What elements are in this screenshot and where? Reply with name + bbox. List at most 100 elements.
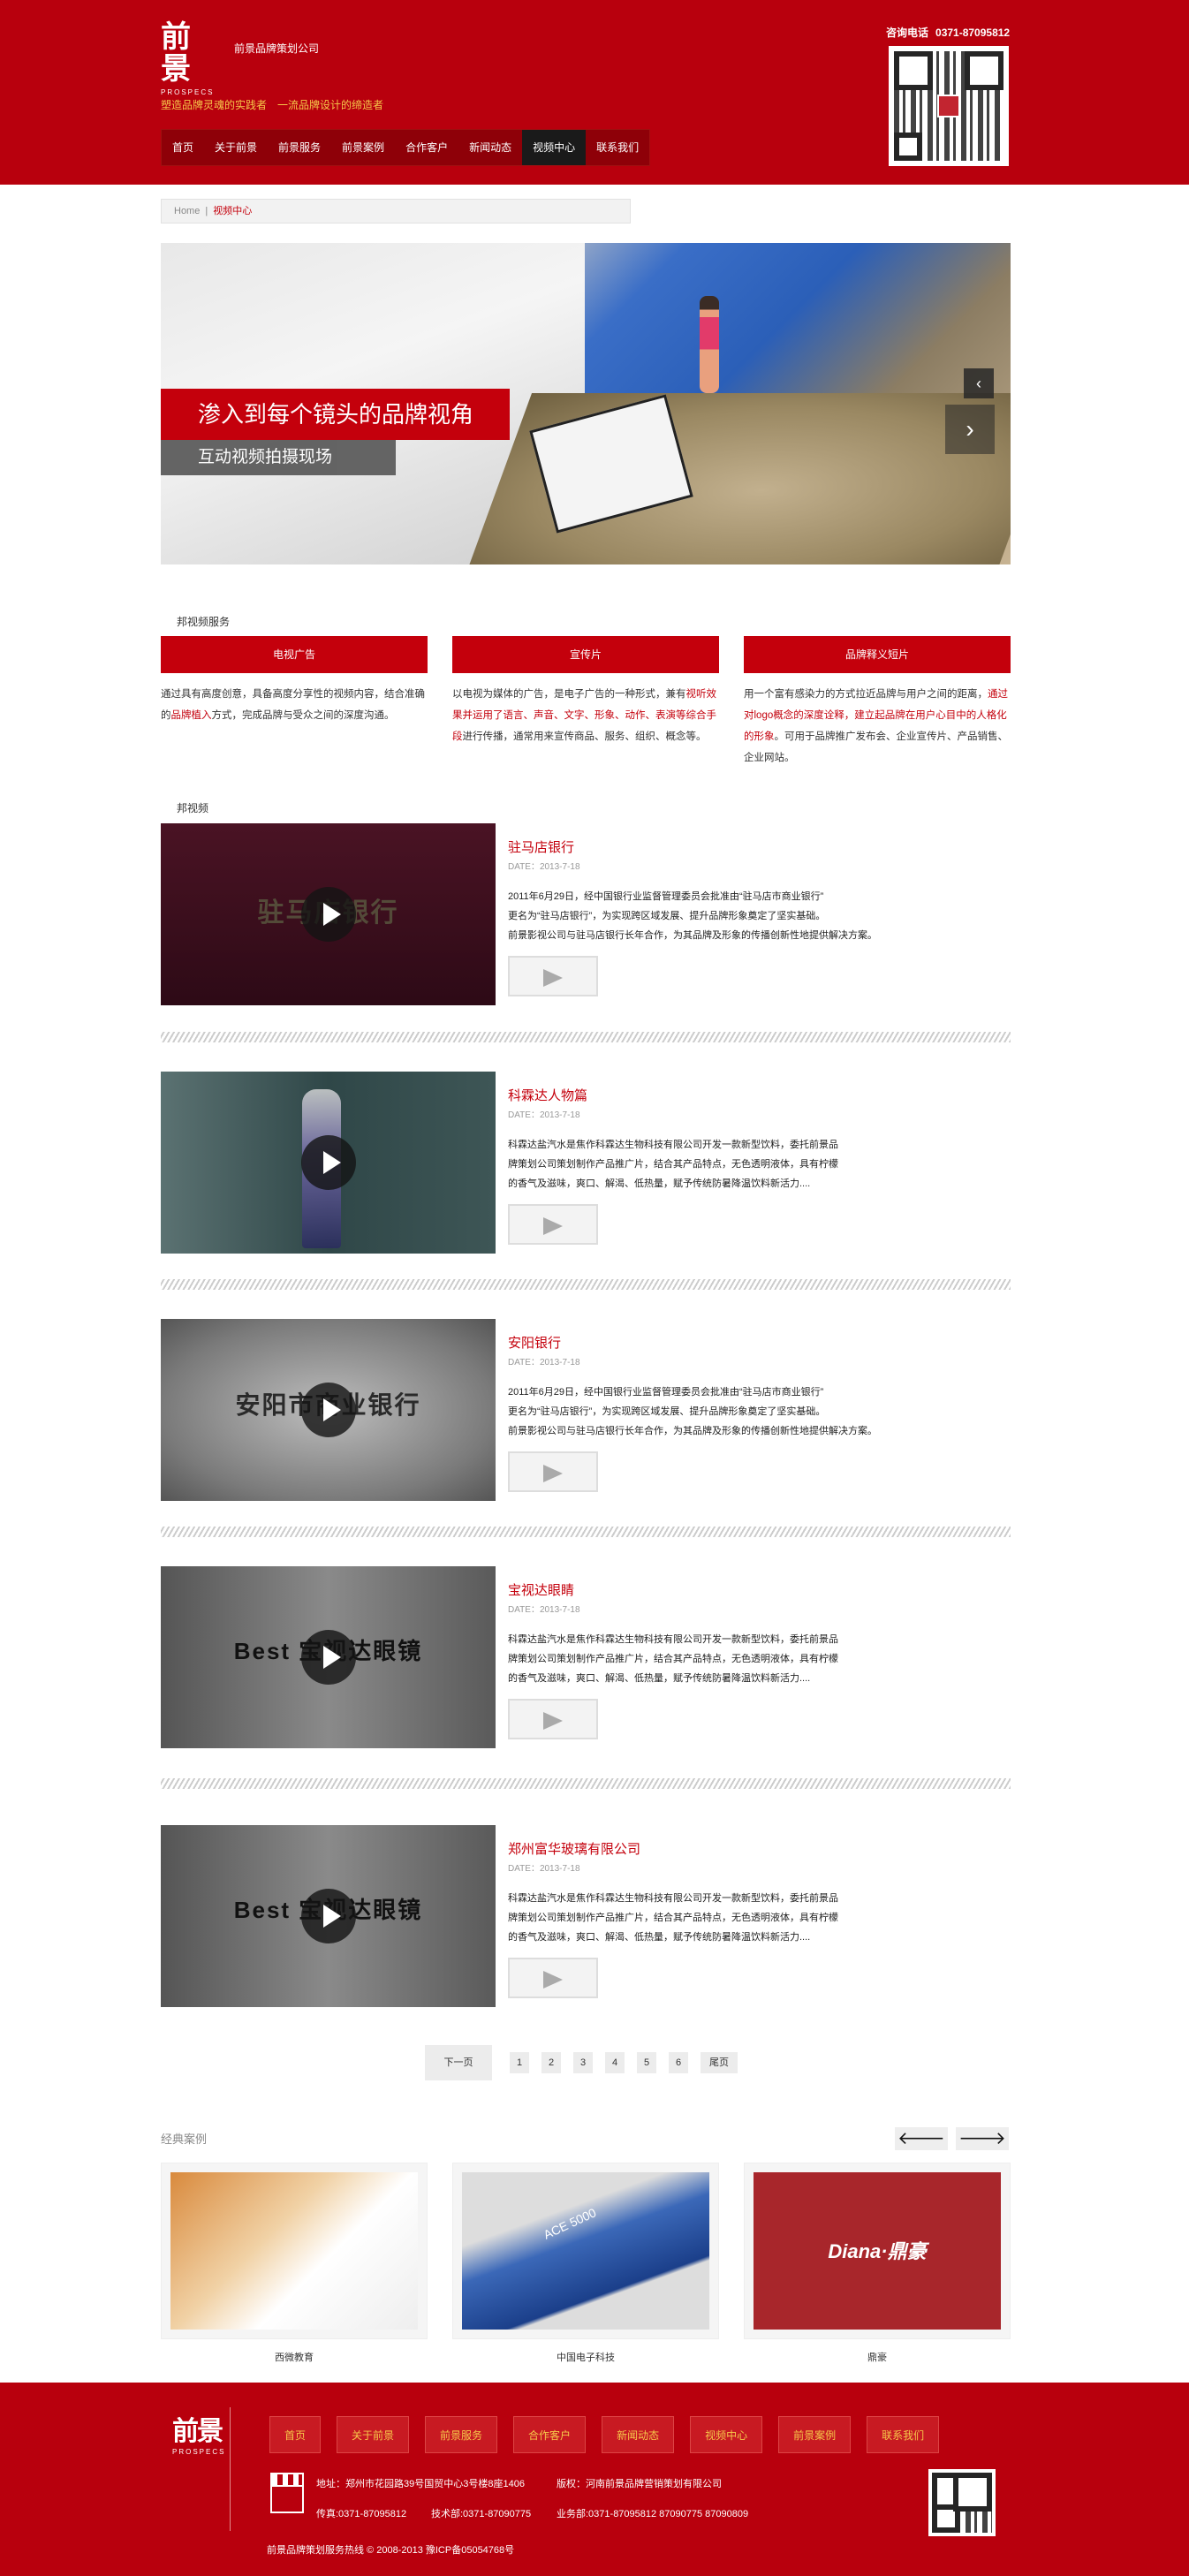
video-date: DATE：2013-7-18 bbox=[508, 1110, 580, 1120]
hotline-number: 0371-87095812 bbox=[935, 27, 1011, 39]
service-promo-film: 宣传片 以电视为媒体的广告，是电子广告的一种形式，兼有视听效果并运用了语言、声音… bbox=[452, 636, 719, 747]
footer-fax: 传真:0371-87095812 bbox=[316, 2509, 407, 2519]
case-image bbox=[170, 2172, 418, 2330]
footer-nav-news[interactable]: 新闻动态 bbox=[602, 2416, 675, 2453]
video-title[interactable]: 安阳银行 bbox=[508, 1333, 561, 1352]
pager-page[interactable]: 6 bbox=[669, 2052, 688, 2073]
video-desc: 科霖达盐汽水是焦作科霖达生物科技有限公司开发一款新型饮料，委托前景品 牌策划公司策… bbox=[508, 1893, 838, 1943]
slogan: 塑造品牌灵魂的实践者 一流品牌设计的缔造者 bbox=[161, 99, 384, 111]
nav-about[interactable]: 关于前景 bbox=[204, 130, 268, 165]
play-icon[interactable] bbox=[300, 1630, 356, 1685]
pager-last[interactable]: 尾页 bbox=[701, 2052, 738, 2073]
divider bbox=[161, 1778, 1011, 1789]
video-thumbnail[interactable]: Best 宝视达眼镜 bbox=[161, 1566, 496, 1748]
qr-code bbox=[889, 46, 1009, 166]
service-text: 用一个富有感染力的方式拉近品牌与用户之间的距离，通过对logo概念的深度诠释，建… bbox=[744, 689, 1008, 763]
footer-nav-video[interactable]: 视频中心 bbox=[690, 2416, 763, 2453]
play-button[interactable] bbox=[508, 1451, 598, 1492]
footer-nav-clients[interactable]: 合作客户 bbox=[513, 2416, 587, 2453]
hotline: 咨询电话 0371-87095812 bbox=[886, 25, 1017, 40]
pager-next[interactable]: 下一页 bbox=[425, 2045, 492, 2080]
case-item[interactable]: 西微教育 bbox=[161, 2163, 428, 2364]
nav-contact[interactable]: 联系我们 bbox=[586, 130, 649, 165]
play-button[interactable] bbox=[508, 1958, 598, 1998]
footer-nav-home[interactable]: 首页 bbox=[269, 2416, 322, 2453]
footer-business: 业务部:0371-87095812 87090775 87090809 bbox=[557, 2509, 749, 2519]
play-icon[interactable] bbox=[300, 1135, 356, 1190]
video-desc: 科霖达盐汽水是焦作科霖达生物科技有限公司开发一款新型饮料，委托前景品 牌策划公司策… bbox=[508, 1140, 838, 1189]
video-desc: 2011年6月29日，经中国银行业监督管理委员会批准由“驻马店市商业银行” 更名为… bbox=[508, 1387, 877, 1436]
pager-page[interactable]: 1 bbox=[510, 2052, 529, 2073]
video-desc: 科霖达盐汽水是焦作科霖达生物科技有限公司开发一款新型饮料，委托前景品 牌策划公司策… bbox=[508, 1634, 838, 1684]
breadcrumb: Home | 视频中心 bbox=[161, 199, 631, 224]
case-caption: 鼎豪 bbox=[867, 2352, 887, 2363]
site-logo[interactable]: 前景 PROSPECS bbox=[161, 21, 212, 96]
video-title[interactable]: 宝视达眼睛 bbox=[508, 1580, 574, 1599]
nav-services[interactable]: 前景服务 bbox=[268, 130, 331, 165]
footer-nav-contact[interactable]: 联系我们 bbox=[867, 2416, 940, 2453]
pager-page[interactable]: 5 bbox=[637, 2052, 656, 2073]
footer-nav: 首页 关于前景 前景服务 合作客户 新闻动态 视频中心 前景案例 联系我们 bbox=[269, 2416, 955, 2453]
store-icon bbox=[270, 2473, 304, 2515]
service-text: 以电视为媒体的广告，是电子广告的一种形式，兼有视听效果并运用了语言、声音、文字、… bbox=[452, 689, 716, 742]
banner-next-icon[interactable]: › bbox=[945, 405, 995, 454]
play-icon[interactable] bbox=[300, 1383, 356, 1437]
video-title[interactable]: 驻马店银行 bbox=[508, 837, 574, 856]
case-item[interactable]: Diana·鼎豪 鼎豪 bbox=[744, 2163, 1011, 2364]
banner-prev-icon[interactable]: ‹ bbox=[964, 368, 994, 398]
video-date: DATE：2013-7-18 bbox=[508, 1358, 580, 1368]
video-thumbnail[interactable]: Best 宝视达眼镜 bbox=[161, 1825, 496, 2007]
video-date: DATE：2013-7-18 bbox=[508, 1605, 580, 1615]
nav-news[interactable]: 新闻动态 bbox=[458, 130, 522, 165]
pager-page[interactable]: 2 bbox=[541, 2052, 561, 2073]
case-art-text: ACE 5000 bbox=[541, 2205, 599, 2242]
copyright: 前景品牌策划服务热线 © 2008-2013 豫ICP备05054768号 bbox=[267, 2545, 515, 2556]
cases-next-icon[interactable]: 🡒 bbox=[956, 2127, 1009, 2150]
service-title[interactable]: 宣传片 bbox=[452, 636, 719, 673]
pager-page[interactable]: 3 bbox=[573, 2052, 593, 2073]
video-item: 安阳市商业银行 安阳银行 DATE：2013-7-18 2011年6月29日，经… bbox=[161, 1319, 1011, 1501]
pager-page[interactable]: 4 bbox=[605, 2052, 625, 2073]
divider bbox=[161, 1032, 1011, 1042]
footer-logo[interactable]: 前景 PROSPECS bbox=[172, 2409, 225, 2456]
video-thumbnail[interactable]: 安阳市商业银行 bbox=[161, 1319, 496, 1501]
case-image: ACE 5000 bbox=[462, 2172, 709, 2330]
play-icon[interactable] bbox=[300, 887, 356, 942]
video-item: 驻马店银行 驻马店银行 DATE：2013-7-18 2011年6月29日，经中… bbox=[161, 823, 1011, 1005]
footer-tech: 技术部:0371-87090775 bbox=[431, 2509, 532, 2519]
service-text: 通过具有高度创意，具备高度分享性的视频内容，结合准确的品牌植入方式，完成品牌与受… bbox=[161, 689, 425, 721]
video-title[interactable]: 科霖达人物篇 bbox=[508, 1086, 587, 1104]
pagination: 下一页 1 2 3 4 5 6 尾页 bbox=[425, 2045, 750, 2080]
nav-cases[interactable]: 前景案例 bbox=[331, 130, 395, 165]
video-thumbnail[interactable]: 驻马店银行 bbox=[161, 823, 496, 1005]
videos-title: 邦视频 bbox=[177, 802, 209, 814]
service-brand-film: 品牌释义短片 用一个富有感染力的方式拉近品牌与用户之间的距离，通过对logo概念… bbox=[744, 636, 1011, 769]
case-image: Diana·鼎豪 bbox=[754, 2172, 1001, 2330]
nav-video[interactable]: 视频中心 bbox=[522, 130, 587, 165]
service-tv-ad: 电视广告 通过具有高度创意，具备高度分享性的视频内容，结合准确的品牌植入方式，完… bbox=[161, 636, 428, 726]
nav-clients[interactable]: 合作客户 bbox=[395, 130, 458, 165]
footer-nav-about[interactable]: 关于前景 bbox=[337, 2416, 410, 2453]
nav-home[interactable]: 首页 bbox=[162, 130, 204, 165]
play-icon[interactable] bbox=[300, 1889, 356, 1943]
cases-prev-icon[interactable]: 🡐 bbox=[895, 2127, 948, 2150]
services-title: 邦视频服务 bbox=[177, 616, 231, 628]
banner-caption-sub: 互动视频拍摄现场 bbox=[161, 440, 396, 475]
breadcrumb-home[interactable]: Home bbox=[174, 206, 200, 216]
play-button[interactable] bbox=[508, 1204, 598, 1245]
footer-address: 地址：郑州市花园路39号国贸中心3号楼8座1406 bbox=[316, 2479, 525, 2489]
main-nav: 首页 关于前景 前景服务 前景案例 合作客户 新闻动态 视频中心 联系我们 bbox=[161, 129, 651, 166]
company-name: 前景品牌策划公司 bbox=[234, 42, 320, 55]
play-button[interactable] bbox=[508, 1699, 598, 1739]
footer-qr-code bbox=[928, 2469, 996, 2536]
footer-nav-services[interactable]: 前景服务 bbox=[425, 2416, 498, 2453]
service-title[interactable]: 品牌释义短片 bbox=[744, 636, 1011, 673]
video-thumbnail[interactable] bbox=[161, 1072, 496, 1254]
divider bbox=[161, 1279, 1011, 1290]
video-title[interactable]: 郑州富华玻璃有限公司 bbox=[508, 1839, 640, 1858]
play-button[interactable] bbox=[508, 956, 598, 996]
service-title[interactable]: 电视广告 bbox=[161, 636, 428, 673]
site-footer: 前景 PROSPECS 首页 关于前景 前景服务 合作客户 新闻动态 视频中心 … bbox=[0, 2383, 1189, 2576]
footer-nav-cases[interactable]: 前景案例 bbox=[778, 2416, 852, 2453]
case-item[interactable]: ACE 5000 中国电子科技 bbox=[452, 2163, 719, 2364]
